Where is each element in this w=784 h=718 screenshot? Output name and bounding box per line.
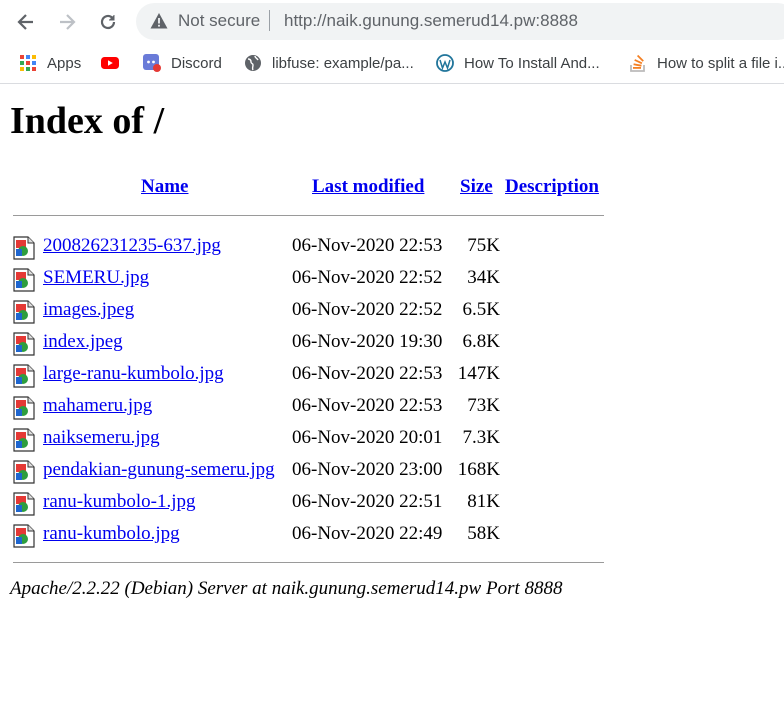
bookmarks-bar: Apps Discord libfuse: example/pa... How …	[0, 44, 784, 84]
file-modified: 06-Nov-2020 22:53	[292, 363, 443, 384]
image-file-icon	[13, 364, 35, 388]
footer-divider	[13, 562, 604, 563]
file-modified: 06-Nov-2020 22:51	[292, 491, 443, 512]
column-header-name[interactable]: Name	[141, 176, 188, 198]
image-file-icon	[13, 428, 35, 452]
file-size: 75K	[467, 235, 500, 256]
file-modified: 06-Nov-2020 23:00	[292, 459, 443, 480]
column-header-last-modified[interactable]: Last modified	[312, 176, 424, 198]
column-header-description[interactable]: Description	[505, 176, 599, 198]
table-row: SEMERU.jpg 06-Nov-2020 22:52 34K	[10, 265, 610, 297]
file-size: 73K	[467, 395, 500, 416]
forward-arrow-icon	[60, 14, 76, 30]
file-modified: 06-Nov-2020 22:49	[292, 523, 443, 544]
file-link[interactable]: ranu-kumbolo-1.jpg	[43, 491, 196, 513]
forward-button[interactable]	[51, 6, 83, 38]
file-link[interactable]: naiksemeru.jpg	[43, 427, 160, 449]
file-link[interactable]: ranu-kumbolo.jpg	[43, 523, 180, 545]
file-modified: 06-Nov-2020 19:30	[292, 331, 443, 352]
back-button[interactable]	[10, 6, 42, 38]
file-modified: 06-Nov-2020 22:52	[292, 267, 443, 288]
table-row: index.jpeg 06-Nov-2020 19:30 6.8K	[10, 329, 610, 361]
file-link[interactable]: mahameru.jpg	[43, 395, 152, 417]
file-modified: 06-Nov-2020 22:53	[292, 395, 443, 416]
image-file-icon	[13, 300, 35, 324]
table-row: large-ranu-kumbolo.jpg 06-Nov-2020 22:53…	[10, 361, 610, 393]
bookmark-split-file[interactable]: How to split a file i...	[629, 52, 784, 74]
stackoverflow-icon	[630, 54, 645, 72]
bookmark-apps[interactable]: Apps	[19, 52, 81, 74]
image-file-icon	[13, 492, 35, 516]
file-link[interactable]: large-ranu-kumbolo.jpg	[43, 363, 224, 385]
bookmark-youtube[interactable]	[101, 52, 129, 74]
file-link[interactable]: pendakian-gunung-semeru.jpg	[43, 459, 275, 481]
bookmark-label: Apps	[47, 54, 82, 72]
image-file-icon	[13, 524, 35, 548]
file-link[interactable]: images.jpeg	[43, 299, 134, 321]
browser-toolbar: Not secure http://naik.gunung.semerud14.…	[0, 0, 784, 44]
file-size: 6.8K	[462, 331, 500, 352]
file-size: 6.5K	[462, 299, 500, 320]
image-file-icon	[13, 396, 35, 420]
table-row: ranu-kumbolo.jpg 06-Nov-2020 22:49 58K	[10, 521, 610, 553]
apps-grid-icon	[20, 55, 36, 71]
file-size: 7.3K	[462, 427, 500, 448]
file-link[interactable]: index.jpeg	[43, 331, 123, 353]
omnibox-divider	[269, 10, 270, 31]
reload-button[interactable]	[92, 6, 124, 38]
file-modified: 06-Nov-2020 22:53	[292, 235, 443, 256]
discord-icon	[143, 54, 161, 72]
youtube-icon	[101, 57, 119, 69]
url-text[interactable]: http://naik.gunung.semerud14.pw:8888	[284, 11, 578, 31]
globe-icon	[245, 55, 261, 71]
image-file-icon	[13, 332, 35, 356]
back-arrow-icon	[17, 14, 33, 30]
address-bar[interactable]: Not secure http://naik.gunung.semerud14.…	[136, 3, 784, 40]
file-link[interactable]: SEMERU.jpg	[43, 267, 149, 289]
image-file-icon	[13, 236, 35, 260]
header-divider	[13, 215, 604, 216]
file-size: 81K	[467, 491, 500, 512]
bookmark-label: Discord	[171, 54, 222, 72]
reload-icon	[100, 14, 116, 30]
file-modified: 06-Nov-2020 20:01	[292, 427, 443, 448]
file-size: 147K	[457, 363, 500, 384]
bookmark-install-guide[interactable]: How To Install And...	[436, 52, 600, 74]
table-row: pendakian-gunung-semeru.jpg 06-Nov-2020 …	[10, 457, 610, 489]
file-size: 58K	[467, 523, 500, 544]
server-signature: Apache/2.2.22 (Debian) Server at naik.gu…	[10, 578, 563, 599]
bookmark-label: How To Install And...	[464, 54, 600, 72]
table-row: naiksemeru.jpg 06-Nov-2020 20:01 7.3K	[10, 425, 610, 457]
image-file-icon	[13, 268, 35, 292]
page-content: Index of / Name Last modified Size Descr…	[0, 85, 784, 718]
warning-icon[interactable]	[150, 12, 168, 30]
wordpress-icon	[436, 54, 454, 72]
table-row: mahameru.jpg 06-Nov-2020 22:53 73K	[10, 393, 610, 425]
bookmark-label: How to split a file i...	[657, 54, 784, 72]
table-row: images.jpeg 06-Nov-2020 22:52 6.5K	[10, 297, 610, 329]
file-size: 34K	[467, 267, 500, 288]
file-size: 168K	[457, 459, 500, 480]
bookmark-label: libfuse: example/pa...	[272, 54, 414, 72]
table-row: ranu-kumbolo-1.jpg 06-Nov-2020 22:51 81K	[10, 489, 610, 521]
table-row: 200826231235-637.jpg 06-Nov-2020 22:53 7…	[10, 233, 610, 265]
page-title: Index of /	[10, 100, 165, 142]
security-status[interactable]: Not secure	[178, 11, 260, 31]
column-header-size[interactable]: Size	[460, 176, 493, 198]
image-file-icon	[13, 460, 35, 484]
bookmark-libfuse[interactable]: libfuse: example/pa...	[244, 52, 414, 74]
file-modified: 06-Nov-2020 22:52	[292, 299, 443, 320]
bookmark-discord[interactable]: Discord	[143, 52, 222, 74]
file-link[interactable]: 200826231235-637.jpg	[43, 235, 221, 257]
